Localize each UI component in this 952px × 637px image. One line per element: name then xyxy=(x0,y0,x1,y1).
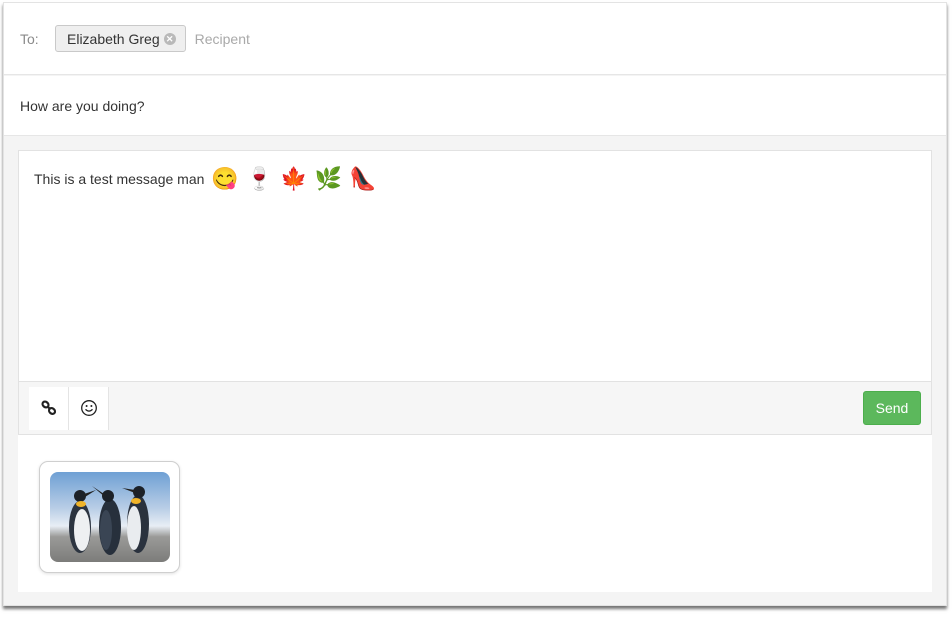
message-text: This is a test message man xyxy=(34,171,205,187)
editor-toolbar: Send xyxy=(18,381,932,435)
penguins-illustration xyxy=(68,486,149,555)
penguins-image xyxy=(49,472,170,562)
attachments-area xyxy=(18,435,932,592)
send-button[interactable]: Send xyxy=(863,391,921,425)
to-label: To: xyxy=(20,30,39,47)
message-editor[interactable]: This is a test message man 😋 🍷 🍁 🌿 👠 xyxy=(18,150,932,382)
insert-link-button[interactable] xyxy=(29,386,69,430)
link-icon xyxy=(40,400,56,415)
smiley-icon xyxy=(80,400,97,416)
subject-row[interactable]: How are you doing? xyxy=(4,76,946,136)
recipient-input[interactable] xyxy=(194,30,495,47)
recipient-row: To: Elizabeth Greg ✕ xyxy=(4,3,946,75)
maple-leaf-icon: 🍁 xyxy=(280,166,308,191)
wine-glass-icon: 🍷 xyxy=(245,166,274,191)
insert-emoji-button[interactable] xyxy=(69,386,109,430)
recipient-name: Elizabeth Greg xyxy=(67,30,160,47)
remove-circle-icon[interactable]: ✕ xyxy=(163,32,176,45)
compose-panel: To: Elizabeth Greg ✕ How are you doing? … xyxy=(3,2,947,606)
attachment-thumbnail[interactable] xyxy=(39,461,180,573)
herb-icon: 🌿 xyxy=(314,166,343,191)
high-heeled-shoe-icon: 👠 xyxy=(349,166,377,191)
recipient-chip[interactable]: Elizabeth Greg ✕ xyxy=(55,25,186,52)
subject-field[interactable]: How are you doing? xyxy=(20,98,145,114)
message-body: This is a test message man 😋 🍷 🍁 🌿 👠 xyxy=(34,167,916,191)
face-savoring-food-icon: 😋 xyxy=(211,166,239,191)
